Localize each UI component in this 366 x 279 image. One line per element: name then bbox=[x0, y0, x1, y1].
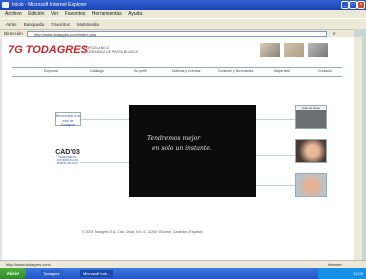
menu-edicion[interactable]: Edición bbox=[28, 11, 44, 17]
web-page: 7G TODAGRES PORCELANICO + CERAMICA DE PA… bbox=[2, 37, 362, 260]
product-photo[interactable]: Aula de ideas bbox=[295, 105, 327, 129]
nav-mapa[interactable]: Mapa web bbox=[274, 69, 290, 73]
site-logo[interactable]: 7G TODAGRES bbox=[8, 44, 88, 56]
site-nav: Empresa Catálogo Su perfil Noticias y ev… bbox=[12, 67, 342, 77]
menu-herramientas[interactable]: Herramientas bbox=[92, 11, 122, 17]
favorites-button[interactable]: Favoritos bbox=[51, 22, 70, 27]
back-button[interactable]: Atrás bbox=[6, 22, 17, 27]
nav-contacte[interactable]: Contacte y Novedades bbox=[218, 69, 253, 73]
connector-line bbox=[256, 119, 296, 120]
window-title: Inicio - Microsoft Internet Explorer bbox=[12, 2, 87, 8]
photo-caption: Aula de ideas bbox=[296, 106, 326, 110]
desktop-screen: Inicio - Microsoft Internet Explorer _ □… bbox=[0, 0, 366, 279]
connector-line bbox=[256, 185, 296, 186]
person-photo-1[interactable] bbox=[295, 139, 327, 163]
nav-catalogo[interactable]: Catálogo bbox=[90, 69, 104, 73]
ie-icon bbox=[2, 2, 9, 8]
task-todagres[interactable]: Todagres bbox=[40, 270, 63, 277]
header-thumb-2 bbox=[284, 43, 304, 57]
minimize-button[interactable]: _ bbox=[341, 1, 349, 9]
search-button[interactable]: Búsqueda bbox=[24, 22, 44, 27]
site-tagline: PORCELANICO + CERAMICA DE PASTA BLANCA bbox=[84, 46, 138, 54]
close-button[interactable]: × bbox=[357, 1, 365, 9]
start-button[interactable]: Inicio bbox=[0, 268, 26, 279]
hero-line-1: Tendremos mejor bbox=[147, 135, 201, 142]
hero-line-2: en solo un instante. bbox=[152, 145, 212, 152]
nav-perfil[interactable]: Su perfil bbox=[134, 69, 147, 73]
header-thumb-1 bbox=[260, 43, 280, 57]
menu-ayuda[interactable]: Ayuda bbox=[128, 11, 142, 17]
clock: 12:00 bbox=[352, 271, 363, 276]
menu-bar: Archivo Edición Ver Favoritos Herramient… bbox=[0, 10, 366, 18]
welcome-link[interactable]: Bienvenido a la web de Todagres bbox=[55, 112, 81, 127]
menu-ver[interactable]: Ver bbox=[51, 11, 59, 17]
menu-archivo[interactable]: Archivo bbox=[5, 11, 22, 17]
taskbar: Inicio Todagres Microsoft Inte... 12:00 bbox=[0, 268, 366, 279]
person-photo-2[interactable] bbox=[295, 173, 327, 197]
nav-noticias[interactable]: Noticias y eventos bbox=[172, 69, 200, 73]
task-internet-explorer[interactable]: Microsoft Inte... bbox=[80, 270, 114, 277]
cad-promo[interactable]: CAD'03 HERRAMIENTA INFORMATICA DE DISEÑO… bbox=[55, 149, 80, 177]
nav-empresa[interactable]: Empresa bbox=[44, 69, 58, 73]
hero-banner: Tendremos mejor en solo un instante. bbox=[129, 105, 256, 197]
connector-line bbox=[80, 162, 129, 163]
connector-line bbox=[256, 155, 296, 156]
nav-contacto[interactable]: Contacto bbox=[318, 69, 332, 73]
menu-favoritos[interactable]: Favoritos bbox=[65, 11, 86, 17]
window-titlebar: Inicio - Microsoft Internet Explorer _ □… bbox=[0, 0, 366, 10]
site-footer: © 2003 Todagres S.A. Ctra. Onda, Km. 5. … bbox=[82, 230, 203, 234]
maximize-button[interactable]: □ bbox=[349, 1, 357, 9]
system-tray: 12:00 bbox=[318, 268, 366, 279]
header-thumb-3 bbox=[308, 43, 328, 57]
media-button[interactable]: Multimedia bbox=[77, 22, 99, 27]
connector-line bbox=[81, 119, 129, 120]
